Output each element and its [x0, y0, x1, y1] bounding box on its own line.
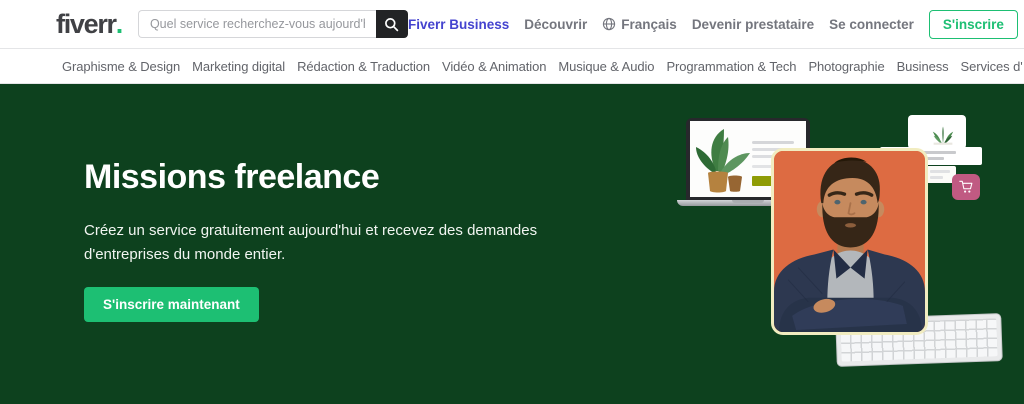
category-musique-audio[interactable]: Musique & Audio [558, 59, 654, 74]
category-photographie[interactable]: Photographie [808, 59, 884, 74]
logo-text: fiverr [56, 11, 116, 38]
category-programmation-tech[interactable]: Programmation & Tech [666, 59, 796, 74]
gig-card-plant [908, 115, 966, 149]
category-graphisme-design[interactable]: Graphisme & Design [62, 59, 180, 74]
globe-icon [602, 17, 616, 31]
search-bar [138, 10, 408, 38]
nav-link-discover[interactable]: Découvrir [524, 17, 587, 32]
succulent-plant-graphic [926, 124, 960, 146]
category-redaction-traduction[interactable]: Rédaction & Traduction [297, 59, 430, 74]
nav-link-fiverr-business[interactable]: Fiverr Business [408, 17, 509, 32]
shopping-cart-icon [958, 179, 975, 195]
search-input[interactable] [138, 10, 376, 38]
language-selector[interactable]: Français [602, 17, 677, 32]
language-label: Français [621, 17, 677, 32]
nav-link-become-seller[interactable]: Devenir prestataire [692, 17, 814, 32]
hero-subtitle: Créez un service gratuitement aujourd'hu… [84, 219, 564, 267]
freelancer-portrait-graphic [774, 151, 925, 332]
search-button[interactable] [376, 10, 408, 38]
top-navbar: fiverr. Fiverr Business Découvrir [0, 0, 1024, 49]
logo-dot: . [116, 11, 122, 38]
join-button[interactable]: S'inscrire [929, 10, 1018, 39]
nav-link-sign-in[interactable]: Se connecter [829, 17, 914, 32]
freelancer-photo-card [771, 148, 928, 335]
main-nav: Fiverr Business Découvrir Français Deven… [408, 10, 1018, 39]
category-services-d[interactable]: Services d' [961, 59, 1023, 74]
signup-now-button[interactable]: S'inscrire maintenant [84, 287, 259, 322]
hero-title: Missions freelance [84, 158, 564, 197]
hero-copy: Missions freelance Créez un service grat… [84, 158, 564, 322]
category-marketing-digital[interactable]: Marketing digital [192, 59, 285, 74]
search-icon [384, 17, 399, 32]
category-video-animation[interactable]: Vidéo & Animation [442, 59, 546, 74]
fiverr-logo[interactable]: fiverr. [56, 11, 122, 38]
category-bar: Graphisme & Design Marketing digital Réd… [0, 49, 1024, 84]
category-business[interactable]: Business [897, 59, 949, 74]
hero-section: Missions freelance Créez un service grat… [0, 84, 1024, 404]
cart-badge [952, 174, 980, 200]
